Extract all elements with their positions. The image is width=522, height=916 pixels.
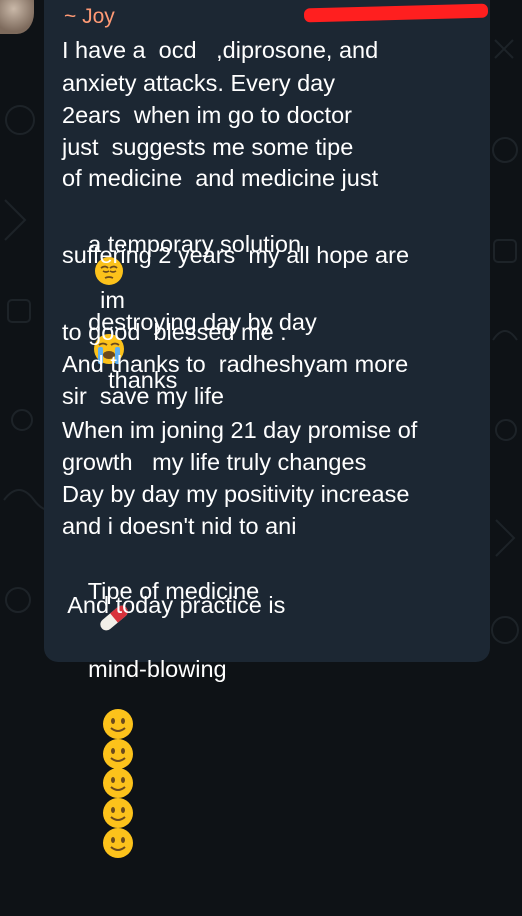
message-line: suffering 2 years my all hope are xyxy=(62,242,410,268)
message-line: just suggests me some tipe xyxy=(62,134,354,160)
message-line: And today practice is xyxy=(62,592,286,618)
slightly-smiling-face-icon xyxy=(103,827,134,858)
message-line: and i doesn't nid to ani xyxy=(62,513,297,539)
redaction-mark xyxy=(303,3,489,23)
message-line: sir save my life xyxy=(62,383,224,409)
message-line: mind-blowing xyxy=(62,627,227,916)
sender-name[interactable]: ~ Joy xyxy=(64,4,115,30)
message-line: growth my life truly changes xyxy=(62,449,367,475)
message-line: of medicine and medicine just xyxy=(62,165,379,191)
message-line: to good blessed me . xyxy=(62,319,287,345)
message-line: And thanks to radheshyam more xyxy=(62,351,409,377)
line-text: mind-blowing xyxy=(88,656,227,682)
message-line: When im joning 21 day promise of xyxy=(62,417,418,443)
message-line: Day by day my positivity increase xyxy=(62,481,410,507)
message-line: anxiety attacks. Every day xyxy=(62,70,335,96)
message-line: 2ears when im go to doctor xyxy=(62,102,352,128)
message-line: I have a ocd ,diprosone, and xyxy=(62,37,379,63)
